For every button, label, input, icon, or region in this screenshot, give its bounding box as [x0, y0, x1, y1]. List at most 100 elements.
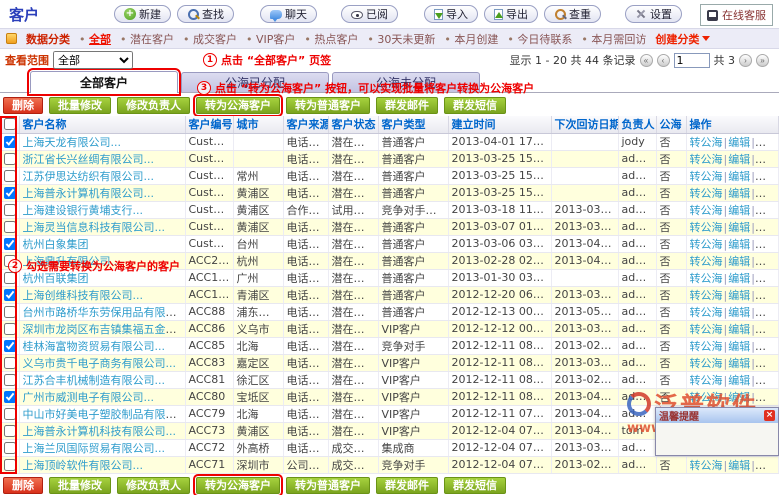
classification-filter-link[interactable]: 全部 [79, 31, 111, 47]
row-checkbox[interactable] [4, 289, 16, 301]
customer-name-link[interactable]: 中山市好美电子塑胶制品有限公司... [23, 408, 186, 421]
to-public-sea-link[interactable]: 转公海 [690, 170, 723, 183]
classification-filter-link[interactable]: 潜在客户 [120, 31, 174, 47]
to-public-sea-link[interactable]: 转公海 [690, 221, 723, 234]
classification-filter-link[interactable]: 热点客户 [304, 31, 358, 47]
customer-name-link[interactable]: 浙江省长兴丝绸有限公司... [23, 153, 155, 166]
delete-link[interactable]: 删除 [756, 459, 778, 472]
customer-name-link[interactable]: 杭州白象集团 [23, 238, 89, 251]
bulk-action-button[interactable]: 转为普通客户 [286, 477, 370, 494]
classification-filter-link[interactable]: 30天未更新 [367, 31, 435, 47]
col-status[interactable]: 客户状态 [328, 116, 378, 133]
row-checkbox[interactable] [4, 408, 16, 420]
toolbar-button[interactable]: 查重 [544, 5, 601, 23]
to-public-sea-link[interactable]: 转公海 [690, 153, 723, 166]
close-icon[interactable] [764, 410, 775, 421]
classification-filter-link[interactable]: VIP客户 [246, 31, 295, 47]
customer-name-link[interactable]: 上海建设银行黄埔支行... [23, 204, 144, 217]
edit-link[interactable]: 编辑 [728, 204, 750, 217]
col-next-visit[interactable]: 下次回访日期 [551, 116, 618, 133]
bulk-action-button[interactable]: 修改负责人 [117, 97, 190, 114]
to-public-sea-link[interactable]: 转公海 [690, 374, 723, 387]
row-checkbox[interactable] [4, 255, 16, 267]
bulk-action-button[interactable]: 群发短信 [444, 97, 506, 114]
customer-name-link[interactable]: 杭州百联集团 [23, 272, 89, 285]
customer-name-link[interactable]: 台州市路桥华东劳保用品有限公司... [23, 306, 186, 319]
to-public-sea-link[interactable]: 转公海 [690, 306, 723, 319]
row-checkbox[interactable] [4, 374, 16, 386]
to-public-sea-link[interactable]: 转公海 [690, 255, 723, 268]
row-checkbox[interactable] [4, 204, 16, 216]
row-checkbox[interactable] [4, 442, 16, 454]
edit-link[interactable]: 编辑 [728, 272, 750, 285]
col-city[interactable]: 城市 [233, 116, 283, 133]
row-checkbox[interactable] [4, 221, 16, 233]
select-all-checkbox[interactable] [4, 118, 16, 130]
scope-select[interactable]: 全部 [53, 51, 133, 69]
classification-filter-link[interactable]: 成交客户 [183, 31, 237, 47]
classification-filter-link[interactable]: 本月需回访 [581, 31, 646, 47]
customer-name-link[interactable]: 上海顶岭软件有限公司... [23, 459, 144, 472]
to-public-sea-link[interactable]: 转公海 [690, 340, 723, 353]
bulk-action-button[interactable]: 转为普通客户 [286, 97, 370, 114]
customer-name-link[interactable]: 广州市威测电子有限公司... [23, 391, 155, 404]
customer-name-link[interactable]: 上海鼎升有限公司... [23, 255, 122, 268]
edit-link[interactable]: 编辑 [728, 340, 750, 353]
bulk-action-button[interactable]: 转为公海客户 [196, 477, 280, 494]
edit-link[interactable]: 编辑 [728, 306, 750, 319]
edit-link[interactable]: 编辑 [728, 374, 750, 387]
col-customer-name[interactable]: 客户名称 [19, 116, 185, 133]
page-number-input[interactable] [674, 53, 710, 68]
bulk-action-button[interactable]: 群发短信 [444, 477, 506, 494]
row-checkbox[interactable] [4, 187, 16, 199]
customer-name-link[interactable]: 上海天龙有限公司... [23, 136, 122, 149]
customer-name-link[interactable]: 江苏伊思达纺织有限公司... [23, 170, 155, 183]
row-checkbox[interactable] [4, 306, 16, 318]
edit-link[interactable]: 编辑 [728, 323, 750, 336]
to-public-sea-link[interactable]: 转公海 [690, 136, 723, 149]
edit-link[interactable]: 编辑 [728, 170, 750, 183]
toolbar-button[interactable]: 聊天 [260, 5, 317, 23]
to-public-sea-link[interactable]: 转公海 [690, 238, 723, 251]
edit-link[interactable]: 编辑 [728, 187, 750, 200]
bulk-action-button[interactable]: 删除 [3, 97, 43, 114]
to-public-sea-link[interactable]: 转公海 [690, 357, 723, 370]
col-created[interactable]: 建立时间 [448, 116, 551, 133]
to-public-sea-link[interactable]: 转公海 [690, 187, 723, 200]
tab[interactable]: 公海已分配 [181, 72, 329, 92]
row-checkbox[interactable] [4, 170, 16, 182]
edit-link[interactable]: 编辑 [728, 289, 750, 302]
row-checkbox[interactable] [4, 340, 16, 352]
bulk-action-button[interactable]: 删除 [3, 477, 43, 494]
row-checkbox[interactable] [4, 238, 16, 250]
tab[interactable]: 全部客户 [30, 71, 178, 93]
edit-link[interactable]: 编辑 [728, 238, 750, 251]
col-public-sea[interactable]: 公海 [656, 116, 686, 133]
classification-filter-link[interactable]: 今日待联系 [507, 31, 572, 47]
toolbar-button[interactable]: 设置 [625, 5, 682, 23]
customer-name-link[interactable]: 上海普永计算机有限公司... [23, 187, 155, 200]
toolbar-button[interactable]: 导入 [424, 5, 478, 23]
col-source[interactable]: 客户来源 [283, 116, 328, 133]
customer-name-link[interactable]: 上海创维科技有限公司... [23, 289, 144, 302]
edit-link[interactable]: 编辑 [728, 136, 750, 149]
row-checkbox[interactable] [4, 357, 16, 369]
customer-name-link[interactable]: 上海普永计算机科技有限公司... [23, 425, 177, 438]
create-category-link[interactable]: 创建分类 [655, 31, 710, 47]
to-public-sea-link[interactable]: 转公海 [690, 272, 723, 285]
tab[interactable]: 公海未分配 [332, 72, 480, 92]
last-page-button[interactable] [756, 54, 769, 67]
bulk-action-button[interactable]: 修改负责人 [117, 477, 190, 494]
toolbar-button[interactable]: 新建 [114, 5, 171, 23]
next-page-button[interactable] [739, 54, 752, 67]
to-public-sea-link[interactable]: 转公海 [690, 459, 723, 472]
customer-name-link[interactable]: 江苏合丰机械制造有限公司... [23, 374, 166, 387]
previous-page-button[interactable] [657, 54, 670, 67]
customer-name-link[interactable]: 桂林海富物资贸易有限公司... [23, 340, 166, 353]
to-public-sea-link[interactable]: 转公海 [690, 391, 723, 404]
row-checkbox[interactable] [4, 272, 16, 284]
customer-name-link[interactable]: 深圳市龙岗区布吉镇集福五金店... [23, 323, 186, 336]
col-type[interactable]: 客户类型 [378, 116, 448, 133]
bulk-action-button[interactable]: 群发邮件 [376, 97, 438, 114]
row-checkbox[interactable] [4, 425, 16, 437]
